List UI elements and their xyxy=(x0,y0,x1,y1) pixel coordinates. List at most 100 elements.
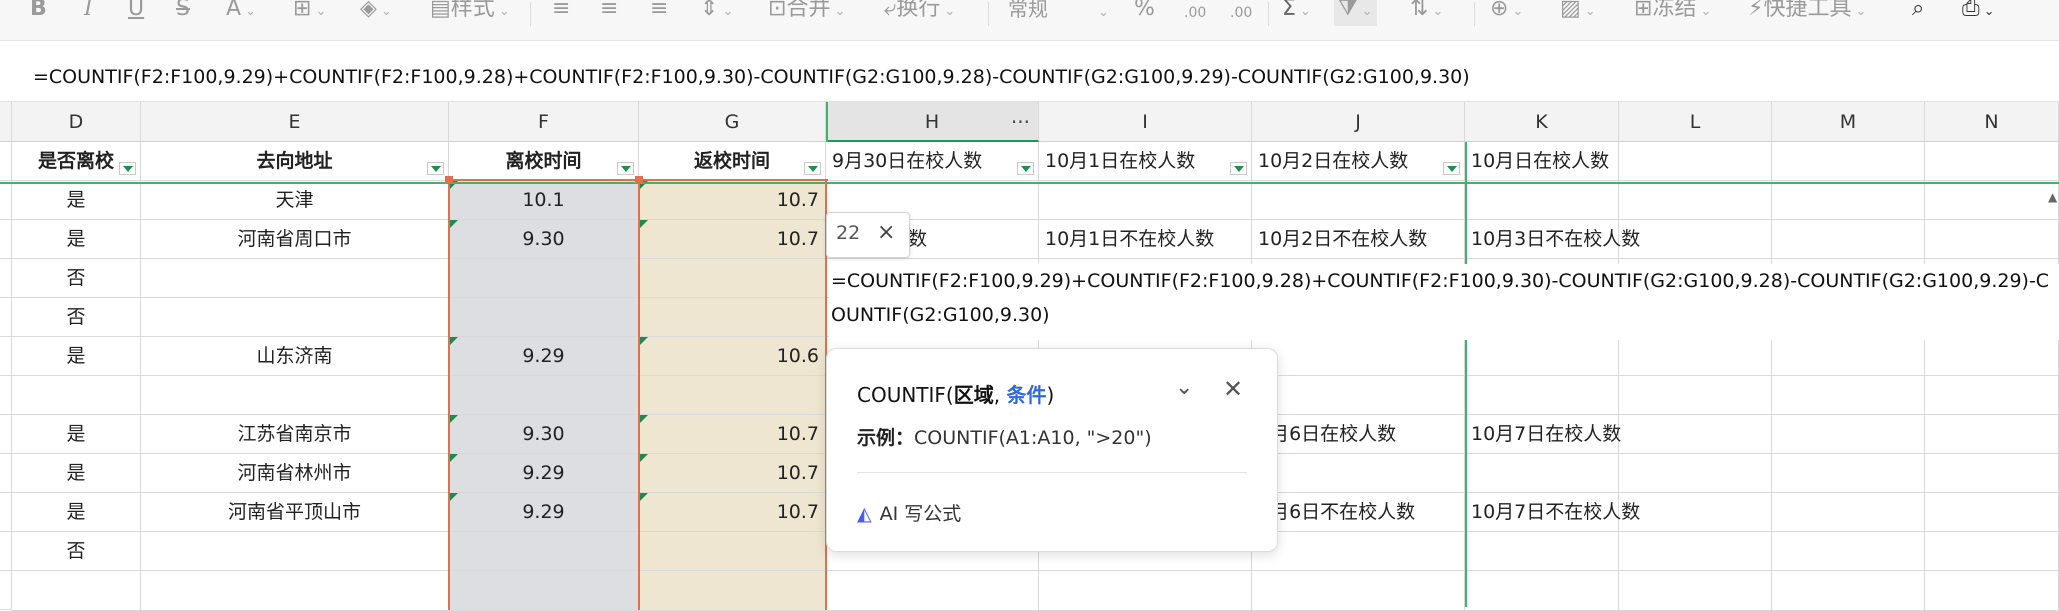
header-cell-i[interactable]: 10月1日在校人数 xyxy=(1039,142,1252,181)
wrap-button[interactable]: ⤶换行 ⌄ xyxy=(884,0,955,26)
table-cell-n[interactable] xyxy=(1925,571,2059,611)
table-cell-m[interactable] xyxy=(1772,181,1925,220)
table-cell-e[interactable]: 河南省周口市 xyxy=(141,220,449,259)
filter-dropdown-icon[interactable] xyxy=(617,162,634,175)
table-cell-d[interactable]: 是 xyxy=(12,493,141,532)
table-cell-g[interactable] xyxy=(639,376,826,415)
column-header-i[interactable]: I xyxy=(1039,102,1252,142)
filter-dropdown-icon[interactable] xyxy=(119,162,136,175)
table-cell-e[interactable]: 天津 xyxy=(141,181,449,220)
table-cell-d[interactable]: 是 xyxy=(12,337,141,376)
table-cell-f[interactable] xyxy=(449,376,639,415)
table-cell-k[interactable]: 10月7日在校人数 xyxy=(1465,415,1621,454)
table-cell-j[interactable] xyxy=(1252,376,1465,415)
column-header-g[interactable]: G xyxy=(639,102,826,142)
table-cell-j[interactable]: 0月6日在校人数 xyxy=(1252,415,1465,454)
table-cell-m[interactable] xyxy=(1772,454,1925,493)
fill-color-icon[interactable]: ◈ ⌄ xyxy=(360,0,392,26)
filter-dropdown-icon[interactable] xyxy=(1230,162,1247,175)
table-cell-f[interactable]: 9.29 xyxy=(449,337,639,376)
vertical-align-icon[interactable]: ⇕ ⌄ xyxy=(700,0,733,26)
style-button[interactable]: ▤样式 ⌄ xyxy=(430,0,510,26)
header-cell-l[interactable] xyxy=(1619,142,1772,181)
table-cell-k[interactable] xyxy=(1465,454,1619,493)
number-format-select[interactable]: 常规 ⌄ xyxy=(1008,0,1118,26)
table-cell-k[interactable] xyxy=(1465,376,1619,415)
table-cell-l[interactable] xyxy=(1619,376,1772,415)
header-cell-k[interactable]: 10月日在校人数 xyxy=(1465,142,1619,181)
close-icon[interactable]: ✕ xyxy=(1223,375,1243,403)
table-cell-f[interactable] xyxy=(449,259,639,298)
table-cell-l[interactable] xyxy=(1619,493,1772,532)
table-cell-e[interactable] xyxy=(141,532,449,571)
table-cell-d[interactable]: 否 xyxy=(12,298,141,337)
table-cell-m[interactable] xyxy=(1772,220,1925,259)
table-cell-g[interactable]: 10.7 xyxy=(639,181,826,220)
column-header-l[interactable]: L xyxy=(1619,102,1772,142)
column-header-h[interactable]: H ··· xyxy=(826,102,1039,142)
strikethrough-icon[interactable]: S xyxy=(176,0,190,26)
header-cell-m[interactable] xyxy=(1772,142,1925,181)
table-cell-g[interactable] xyxy=(639,259,826,298)
header-cell-e[interactable]: 去向地址 xyxy=(141,142,449,181)
cell-editor[interactable]: =COUNTIF(F2:F100,9.29)+COUNTIF(F2:F100,9… xyxy=(829,264,2059,340)
scroll-up-arrow-icon[interactable]: ▲ xyxy=(2048,190,2057,204)
italic-icon[interactable]: I xyxy=(84,0,93,26)
align-right-icon[interactable]: ≡ xyxy=(650,0,668,26)
table-cell-d[interactable]: 否 xyxy=(12,259,141,298)
percent-icon[interactable]: % xyxy=(1134,0,1155,26)
table-cell-j[interactable] xyxy=(1252,571,1465,611)
bold-icon[interactable]: B xyxy=(30,0,47,26)
table-cell-l[interactable] xyxy=(1619,337,1772,376)
table-cell-n[interactable] xyxy=(1925,376,2059,415)
table-cell-f[interactable]: 9.30 xyxy=(449,415,639,454)
fill-icon[interactable]: ⊕ ⌄ xyxy=(1490,0,1523,26)
table-cell-k[interactable] xyxy=(1465,181,1619,220)
table-cell-g[interactable]: 10.7 xyxy=(639,415,826,454)
align-left-icon[interactable]: ≡ xyxy=(552,0,570,26)
table-cell-i[interactable] xyxy=(1039,571,1252,611)
column-more-icon[interactable]: ··· xyxy=(1011,102,1030,142)
table-cell-d[interactable]: 是 xyxy=(12,220,141,259)
table-cell-l[interactable] xyxy=(1619,454,1772,493)
table-cell-e[interactable]: 河南省平顶山市 xyxy=(141,493,449,532)
table-cell-f[interactable]: 9.30 xyxy=(449,220,639,259)
filter-dropdown-icon[interactable] xyxy=(1017,162,1034,175)
table-cell-l[interactable] xyxy=(1619,220,1772,259)
print-icon[interactable]: ⎙ ⌄ xyxy=(1962,0,1995,26)
table-cell-d[interactable]: 是 xyxy=(12,181,141,220)
table-cell-d[interactable]: 是 xyxy=(12,415,141,454)
align-center-icon[interactable]: ≡ xyxy=(600,0,618,26)
formula-bar-text[interactable]: =COUNTIF(F2:F100,9.29)+COUNTIF(F2:F100,9… xyxy=(33,66,1470,88)
table-cell-e[interactable]: 山东济南 xyxy=(141,337,449,376)
chevron-down-icon[interactable]: ⌄ xyxy=(1175,375,1193,400)
freeze-button[interactable]: ⊞冻结 ⌄ xyxy=(1634,0,1711,26)
decrease-decimal-icon[interactable]: .00 xyxy=(1230,4,1252,30)
merge-button[interactable]: ⊡合并 ⌄ xyxy=(768,0,845,26)
header-cell-n[interactable] xyxy=(1925,142,2059,181)
table-cell-k[interactable] xyxy=(1465,571,1619,611)
table-cell-i[interactable]: 10月1日不在校人数 xyxy=(1039,220,1252,259)
column-header-e[interactable]: E xyxy=(141,102,449,142)
table-cell-m[interactable] xyxy=(1772,376,1925,415)
table-cell-g[interactable]: 10.7 xyxy=(639,493,826,532)
table-cell-f[interactable]: 9.29 xyxy=(449,454,639,493)
table-cell-k[interactable]: 10月3日不在校人数 xyxy=(1465,220,1640,259)
table-cell-j[interactable]: 10月2日不在校人数 xyxy=(1252,220,1465,259)
header-cell-d[interactable]: 是否离校 xyxy=(12,142,141,181)
column-header-m[interactable]: M xyxy=(1772,102,1925,142)
formula-bar[interactable]: =COUNTIF(F2:F100,9.29)+COUNTIF(F2:F100,9… xyxy=(0,54,2059,102)
table-cell-l[interactable] xyxy=(1619,415,1772,454)
header-cell-j[interactable]: 10月2日在校人数 xyxy=(1252,142,1465,181)
table-cell-e[interactable] xyxy=(141,571,449,611)
table-cell-e[interactable]: 河南省林州市 xyxy=(141,454,449,493)
filter-dropdown-icon[interactable] xyxy=(427,162,444,175)
table-cell-f[interactable] xyxy=(449,532,639,571)
table-cell-j[interactable] xyxy=(1252,454,1465,493)
table-cell-g[interactable]: 10.7 xyxy=(639,220,826,259)
table-cell-e[interactable]: 江苏省南京市 xyxy=(141,415,449,454)
table-cell-k[interactable] xyxy=(1465,532,1619,571)
table-cell-d[interactable] xyxy=(12,571,141,611)
filter-icon[interactable]: ⧩ ⌄ xyxy=(1334,0,1377,26)
column-header-n[interactable]: N xyxy=(1925,102,2059,142)
